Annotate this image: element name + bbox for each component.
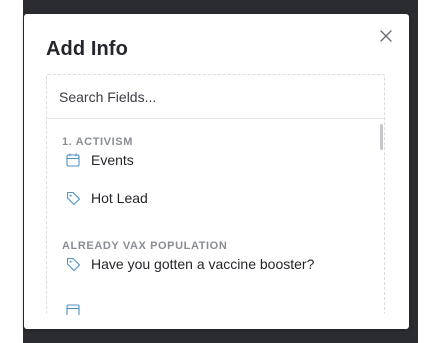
scrollbar[interactable] — [380, 124, 383, 150]
modal-title: Add Info — [46, 38, 128, 60]
list-item-vaccine-booster[interactable]: Have you gotten a vaccine booster? — [59, 250, 369, 278]
list-item-label: Events — [91, 152, 134, 168]
add-info-modal: Add Info 1. ACTIVISM Events — [24, 14, 409, 329]
list-item-partial[interactable] — [59, 296, 369, 315]
field-list[interactable]: 1. ACTIVISM Events Hot Lead ALREADY VAX … — [47, 120, 386, 315]
close-icon — [380, 30, 392, 42]
field-picker: 1. ACTIVISM Events — [46, 74, 386, 315]
list-item-label: Have you gotten a vaccine booster? — [91, 256, 315, 272]
list-item-events[interactable]: Events — [59, 146, 369, 174]
list-item-hot-lead[interactable]: Hot Lead — [59, 184, 369, 212]
tag-icon — [64, 189, 82, 207]
calendar-icon — [64, 301, 82, 315]
list-item-label: Hot Lead — [91, 190, 148, 206]
search-fields-input[interactable] — [47, 75, 386, 119]
calendar-icon — [64, 151, 82, 169]
close-button[interactable] — [378, 28, 394, 44]
tag-icon — [64, 255, 82, 273]
